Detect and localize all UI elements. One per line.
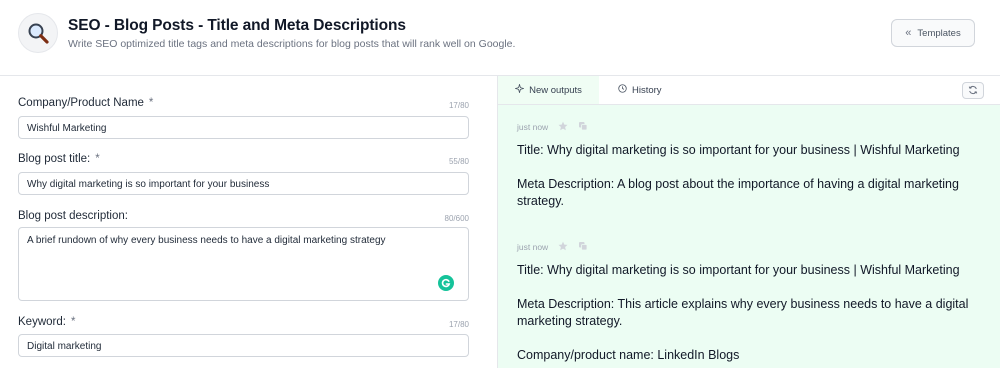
output-meta-description: Meta Description: This article explains … bbox=[517, 297, 969, 328]
templates-button[interactable]: « Templates bbox=[891, 19, 975, 47]
page-title: SEO - Blog Posts - Title and Meta Descri… bbox=[68, 17, 406, 34]
blog-title-label-text: Blog post title: bbox=[18, 153, 91, 165]
output-meta-row: just now bbox=[517, 241, 588, 253]
required-marker: * bbox=[148, 97, 154, 109]
tab-new-outputs[interactable]: New outputs bbox=[498, 76, 599, 104]
keyword-input[interactable]: Digital marketing bbox=[18, 334, 469, 357]
copy-icon[interactable] bbox=[578, 121, 588, 133]
output-company-line: Company/product name: LinkedIn Blogs bbox=[517, 348, 740, 362]
output-timestamp: just now bbox=[517, 242, 549, 252]
output-title-line: Title: Why digital marketing is so impor… bbox=[517, 143, 960, 157]
outputs-tabs: New outputs History bbox=[498, 76, 1000, 105]
keyword-label: Keyword: * bbox=[18, 316, 75, 328]
tab-history-label: History bbox=[632, 84, 662, 96]
required-marker: * bbox=[70, 316, 76, 328]
tab-history[interactable]: History bbox=[618, 76, 662, 104]
output-meta-row: just now bbox=[517, 121, 588, 133]
templates-button-label: Templates bbox=[917, 27, 961, 39]
outputs-panel: New outputs History just now Title: Why … bbox=[498, 76, 1000, 368]
copy-icon[interactable] bbox=[578, 241, 588, 253]
blog-description-textarea[interactable]: A brief rundown of why every business ne… bbox=[18, 227, 469, 301]
output-title-line: Title: Why digital marketing is so impor… bbox=[517, 263, 960, 277]
required-marker: * bbox=[95, 153, 100, 165]
company-char-counter: 17/80 bbox=[448, 101, 469, 110]
company-label: Company/Product Name * bbox=[18, 97, 153, 109]
star-icon[interactable] bbox=[558, 121, 568, 133]
star-icon[interactable] bbox=[558, 241, 568, 253]
keyword-label-text: Keyword: bbox=[18, 316, 66, 328]
magnifying-glass-icon bbox=[18, 13, 58, 53]
refresh-icon bbox=[968, 82, 978, 100]
blog-description-char-counter: 80/600 bbox=[444, 214, 469, 223]
company-input[interactable]: Wishful Marketing bbox=[18, 116, 469, 139]
tab-new-outputs-label: New outputs bbox=[529, 84, 582, 96]
clock-icon bbox=[618, 84, 627, 96]
keyword-char-counter: 17/80 bbox=[448, 320, 469, 329]
double-chevron-left-icon: « bbox=[905, 27, 912, 39]
page-subtitle: Write SEO optimized title tags and meta … bbox=[68, 38, 516, 50]
blog-title-char-counter: 55/80 bbox=[448, 157, 469, 166]
refresh-button[interactable] bbox=[962, 82, 984, 99]
page-header: SEO - Blog Posts - Title and Meta Descri… bbox=[0, 0, 1000, 76]
output-timestamp: just now bbox=[517, 122, 549, 132]
blog-description-label: Blog post description: bbox=[18, 210, 128, 222]
sparkle-icon bbox=[514, 82, 526, 96]
grammarly-icon[interactable] bbox=[438, 275, 454, 291]
blog-title-label: Blog post title: * bbox=[18, 153, 100, 165]
company-label-text: Company/Product Name bbox=[18, 97, 144, 109]
input-form: Company/Product Name * 17/80 Wishful Mark… bbox=[0, 76, 497, 368]
output-meta-description: Meta Description: A blog post about the … bbox=[517, 177, 959, 208]
blog-title-input[interactable]: Why digital marketing is so important fo… bbox=[18, 172, 469, 195]
